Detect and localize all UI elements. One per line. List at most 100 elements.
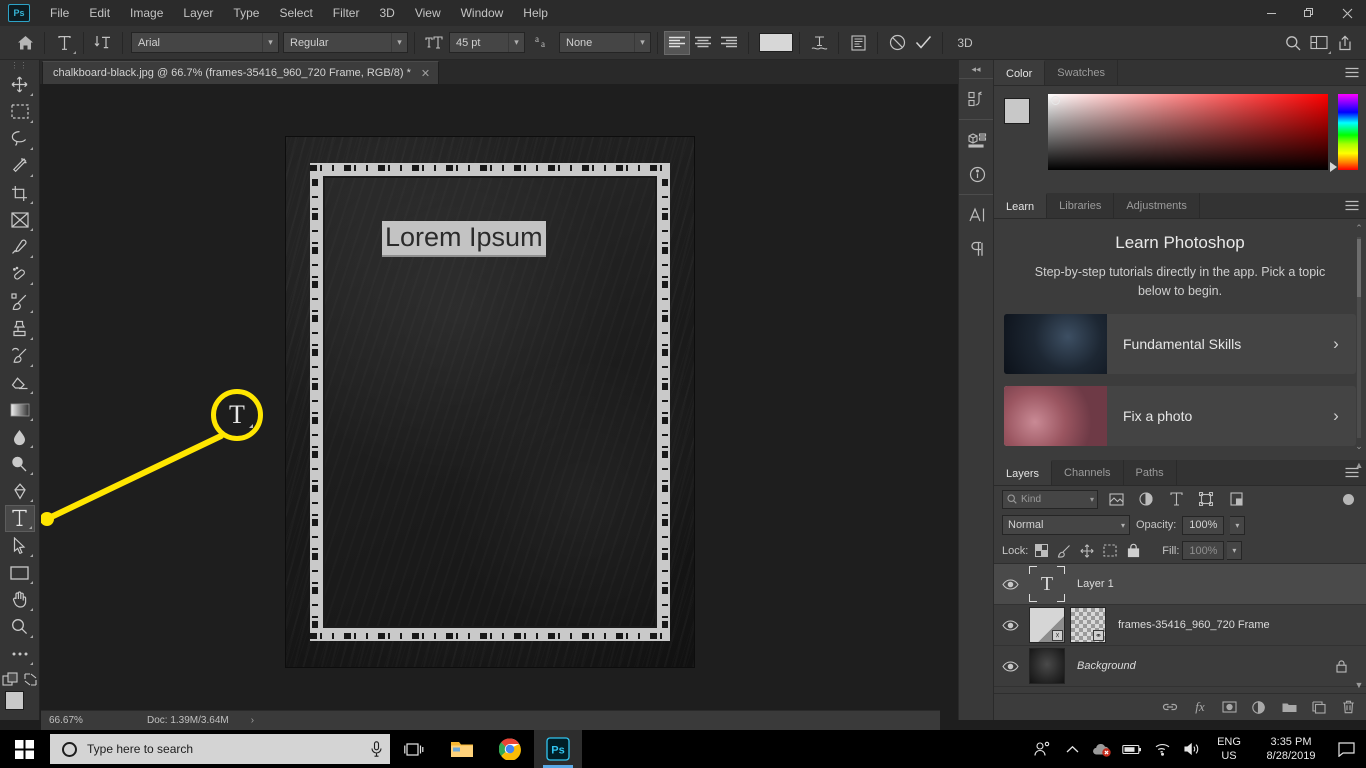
- tab-layers[interactable]: Layers: [994, 460, 1053, 485]
- menu-edit[interactable]: Edit: [79, 2, 120, 24]
- menu-layer[interactable]: Layer: [173, 2, 223, 24]
- eyedropper-tool[interactable]: [5, 234, 35, 260]
- layer-visibility-toggle[interactable]: [994, 578, 1026, 590]
- learn-card-fix-a-photo[interactable]: Fix a photo ›: [1004, 385, 1356, 446]
- rectangle-tool[interactable]: [5, 560, 35, 586]
- clone-stamp-tool[interactable]: [5, 316, 35, 342]
- warp-text-icon[interactable]: [806, 31, 832, 55]
- path-selection-tool[interactable]: [5, 533, 35, 559]
- share-icon[interactable]: [1332, 31, 1358, 55]
- tab-libraries[interactable]: Libraries: [1047, 193, 1115, 218]
- minimize-button[interactable]: [1252, 0, 1290, 26]
- layer-thumbnail[interactable]: T: [1029, 566, 1065, 602]
- close-icon[interactable]: ✕: [421, 67, 430, 80]
- filter-pixel-icon[interactable]: [1104, 489, 1128, 509]
- canvas-text-selection[interactable]: Lorem Ipsum: [382, 221, 546, 257]
- filter-type-icon[interactable]: [1164, 489, 1188, 509]
- artboard[interactable]: Lorem Ipsum: [286, 137, 694, 667]
- filter-shape-icon[interactable]: [1194, 489, 1218, 509]
- learn-card-fundamental-skills[interactable]: Fundamental Skills ›: [1004, 313, 1356, 374]
- microphone-icon[interactable]: [371, 741, 382, 757]
- home-icon[interactable]: [12, 31, 38, 55]
- tab-learn[interactable]: Learn: [994, 193, 1048, 218]
- properties-3d-panel-icon[interactable]: [959, 123, 995, 157]
- brush-tool[interactable]: [5, 288, 35, 314]
- tab-swatches[interactable]: Swatches: [1045, 60, 1118, 85]
- cancel-edit-icon[interactable]: [884, 31, 910, 55]
- align-right-icon[interactable]: [716, 31, 742, 55]
- fill-stepper-arrow[interactable]: ▾: [1227, 541, 1243, 560]
- move-tool[interactable]: [5, 72, 35, 98]
- new-group-button[interactable]: [1282, 701, 1298, 713]
- learn-panel-scrollbar[interactable]: ⌃ ⌄: [1354, 223, 1364, 452]
- collapse-panels-icon[interactable]: ◂◂: [959, 60, 993, 78]
- link-layers-button[interactable]: [1162, 702, 1178, 712]
- task-view-icon[interactable]: [390, 730, 438, 768]
- hand-tool[interactable]: [5, 587, 35, 613]
- toolbar-grip[interactable]: ⋮⋮: [0, 60, 39, 72]
- color-foreground-swatch[interactable]: [1004, 98, 1030, 124]
- onedrive-error-icon[interactable]: [1088, 730, 1116, 768]
- horizontal-type-tool[interactable]: [4, 505, 35, 532]
- color-panel-menu-icon[interactable]: [1338, 60, 1366, 85]
- character-panel-icon[interactable]: [959, 198, 995, 232]
- scroll-thumb[interactable]: [1357, 239, 1361, 297]
- layers-scroll-down-icon[interactable]: ▼: [1353, 680, 1365, 690]
- menu-window[interactable]: Window: [451, 2, 514, 24]
- lock-image-pixels-icon[interactable]: [1054, 541, 1074, 561]
- layer-name-2[interactable]: frames-35416_960_720 Frame: [1106, 619, 1366, 631]
- menu-image[interactable]: Image: [120, 2, 173, 24]
- language-indicator[interactable]: ENG US: [1208, 735, 1250, 763]
- wifi-icon[interactable]: [1148, 730, 1176, 768]
- lasso-tool[interactable]: [5, 126, 35, 152]
- screen-mode-icon[interactable]: [23, 672, 38, 687]
- character-paragraph-panels-icon[interactable]: [845, 31, 871, 55]
- menu-filter[interactable]: Filter: [323, 2, 370, 24]
- scroll-down-icon[interactable]: ⌄: [1354, 441, 1364, 452]
- table-row[interactable]: ☓ ⚭ frames-35416_960_720 Frame: [994, 605, 1366, 646]
- volume-icon[interactable]: [1178, 730, 1206, 768]
- tab-paths[interactable]: Paths: [1123, 460, 1177, 485]
- eraser-tool[interactable]: [5, 370, 35, 396]
- toggle-text-orientation-icon[interactable]: [90, 31, 116, 55]
- info-panel-icon[interactable]: [959, 157, 995, 191]
- menu-3d[interactable]: 3D: [369, 2, 404, 24]
- color-panel-swatches[interactable]: [1002, 96, 1046, 140]
- history-panel-icon[interactable]: [959, 82, 995, 116]
- table-row[interactable]: Background: [994, 646, 1366, 687]
- layer-thumbnail-3[interactable]: [1029, 648, 1065, 684]
- edit-toolbar-more-icon[interactable]: [5, 641, 35, 667]
- commit-edit-icon[interactable]: [910, 31, 936, 55]
- gradient-tool[interactable]: [5, 397, 35, 423]
- google-chrome-icon[interactable]: [486, 730, 534, 768]
- lock-transparent-pixels-icon[interactable]: [1031, 541, 1051, 561]
- menu-type[interactable]: Type: [223, 2, 269, 24]
- tool-preset-picker[interactable]: [51, 31, 77, 55]
- menu-select[interactable]: Select: [269, 2, 322, 24]
- delete-layer-button[interactable]: [1342, 700, 1358, 714]
- font-style-select[interactable]: Regular ▾: [283, 32, 408, 53]
- zoom-level[interactable]: 66.67%: [41, 715, 121, 726]
- text-color-swatch[interactable]: [759, 33, 793, 52]
- color-field[interactable]: [1048, 94, 1328, 170]
- search-input[interactable]: Type here to search: [50, 734, 390, 764]
- rectangular-marquee-tool[interactable]: [5, 99, 35, 125]
- font-family-select[interactable]: Arial ▾: [131, 32, 279, 53]
- blend-mode-select[interactable]: Normal ▾: [1002, 515, 1130, 535]
- 3d-mode-button[interactable]: 3D: [949, 31, 981, 55]
- align-center-icon[interactable]: [690, 31, 716, 55]
- tab-channels[interactable]: Channels: [1052, 460, 1124, 485]
- color-field-picker[interactable]: [1051, 96, 1060, 105]
- windows-start-icon[interactable]: [0, 730, 48, 768]
- layer-visibility-toggle-3[interactable]: [994, 660, 1026, 672]
- arrange-documents-icon[interactable]: [1306, 31, 1332, 55]
- dodge-tool[interactable]: [5, 451, 35, 477]
- layer-visibility-toggle-2[interactable]: [994, 619, 1026, 631]
- table-row[interactable]: T Layer 1: [994, 564, 1366, 605]
- fill-value[interactable]: 100%: [1182, 541, 1225, 560]
- tab-color[interactable]: Color: [994, 60, 1046, 85]
- scroll-up-icon[interactable]: ⌃: [1354, 223, 1364, 234]
- layers-scroll-up-icon[interactable]: ▲: [1353, 460, 1365, 470]
- layer-style-button[interactable]: fx: [1192, 699, 1208, 715]
- layer-name-3[interactable]: Background: [1065, 660, 1336, 672]
